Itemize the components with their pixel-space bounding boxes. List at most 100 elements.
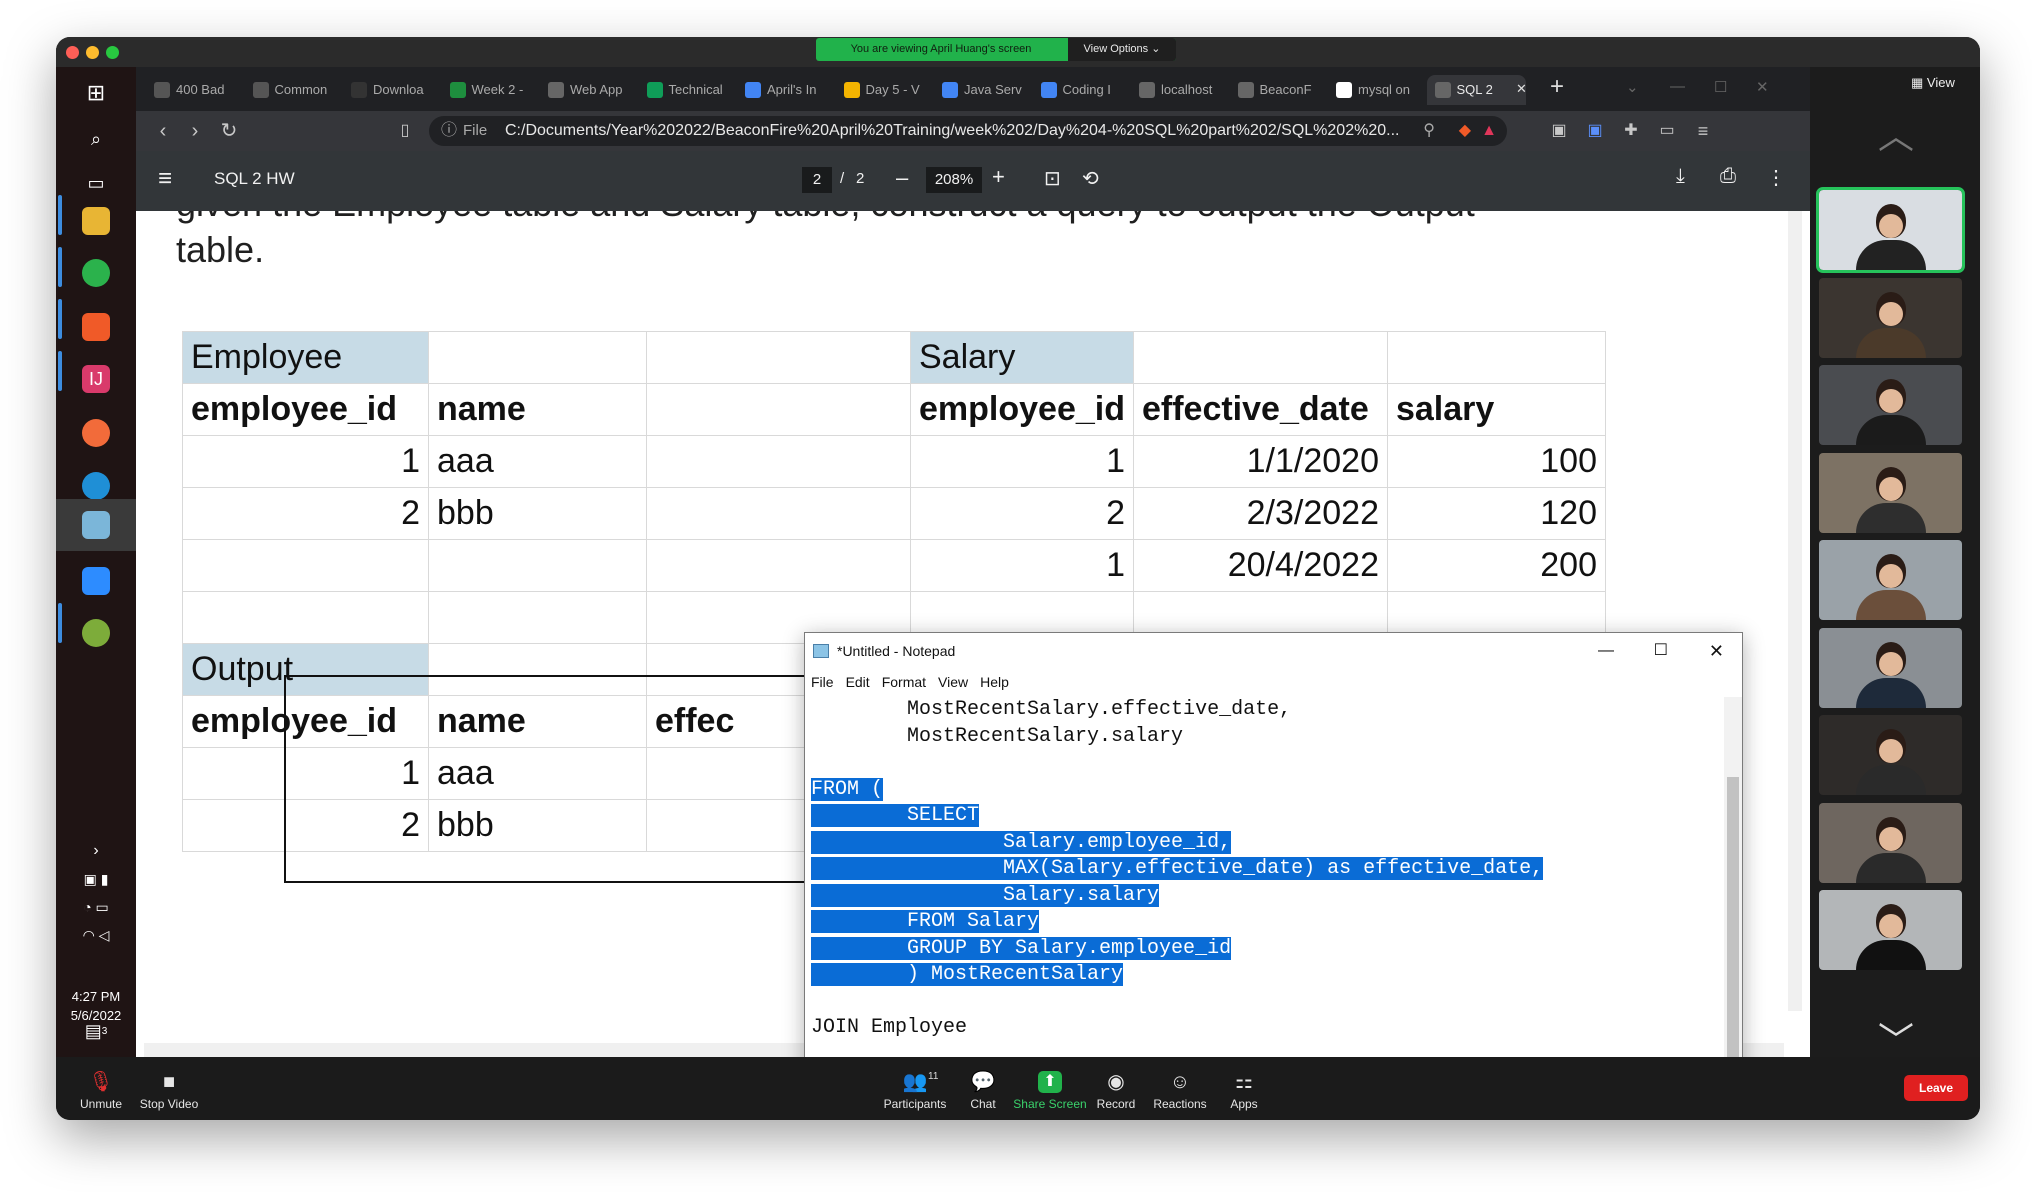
extension-icon-1[interactable]: ▣: [1544, 111, 1574, 151]
tab-label: BeaconF: [1259, 82, 1312, 97]
browser-minimize-icon[interactable]: —: [1670, 78, 1685, 95]
brave-rewards-icon[interactable]: ▲: [1481, 116, 1497, 146]
rotate-icon[interactable]: ⟲: [1082, 166, 1099, 191]
participant-video-tile[interactable]: [1819, 627, 1962, 708]
pdf-vertical-scrollbar[interactable]: [1788, 211, 1802, 1011]
employee-cell: aaa: [428, 435, 647, 488]
wifi-icon[interactable]: ◠ ◁: [82, 921, 110, 949]
participant-video-tile[interactable]: [1819, 365, 1962, 445]
print-icon[interactable]: ⎙: [1720, 165, 1736, 188]
notification-icon[interactable]: ▤ 3: [82, 1017, 110, 1045]
tab-label: Downloa: [373, 82, 424, 97]
edge-browser-icon[interactable]: [82, 472, 110, 500]
browser-tab[interactable]: BeaconF: [1230, 75, 1329, 105]
view-toggle[interactable]: ▦ View: [1911, 75, 1955, 91]
download-icon[interactable]: ⤓: [1676, 165, 1685, 188]
search-icon[interactable]: ⌕: [82, 125, 110, 153]
participant-video-tile[interactable]: [1819, 540, 1962, 620]
puzzle-extensions-icon[interactable]: ✚: [1616, 111, 1646, 151]
tab-favicon-icon: [548, 82, 564, 98]
participant-video-tile[interactable]: [1819, 452, 1962, 533]
file-explorer-icon[interactable]: [82, 207, 110, 235]
intro-line-1: given the Employee table and Salary tabl…: [176, 211, 1475, 227]
browser-maximize-icon[interactable]: ☐: [1714, 78, 1727, 96]
browser-tab[interactable]: Java Serv: [934, 75, 1033, 105]
notepad-scrollbar[interactable]: [1724, 697, 1742, 1057]
intellij-icon[interactable]: IJ: [82, 365, 110, 393]
chevron-left-icon[interactable]: ›: [82, 837, 110, 865]
browser-tab[interactable]: Day 5 - V: [836, 75, 935, 105]
minimize-icon[interactable]: —: [1598, 633, 1614, 669]
brave-shield-icon[interactable]: ◆: [1459, 116, 1471, 146]
bookmark-icon[interactable]: ▯: [390, 111, 420, 151]
notepad-menu-item[interactable]: Edit: [840, 669, 876, 695]
gallery-up-arrow[interactable]: ︿: [1878, 107, 1914, 159]
browser-tab[interactable]: Downloa: [343, 75, 442, 105]
notepad-menu-item[interactable]: View: [932, 669, 974, 695]
zoom-in-icon[interactable]: +: [992, 164, 1005, 190]
toolbar-label: Stop Video: [139, 1097, 199, 1111]
tab-label: Technical: [668, 82, 723, 97]
notepad-line: [811, 750, 1721, 777]
view-options-button[interactable]: View Options ⌄: [1068, 38, 1176, 61]
tennis-ball-icon[interactable]: [82, 619, 110, 647]
fullscreen-window-button[interactable]: [106, 46, 119, 59]
system-tray-icons[interactable]: ▣ ▮: [82, 865, 110, 893]
close-window-button[interactable]: [66, 46, 79, 59]
browser-close-icon[interactable]: ✕: [1756, 78, 1769, 96]
output-col-header: employee_id: [182, 695, 429, 748]
forward-icon[interactable]: ›: [180, 111, 210, 151]
wechat-icon[interactable]: [82, 259, 110, 287]
reload-icon[interactable]: ↻: [214, 111, 244, 151]
participant-video-tile[interactable]: [1816, 187, 1965, 273]
new-tab-icon[interactable]: +: [1550, 73, 1564, 101]
participant-video-tile[interactable]: [1819, 890, 1962, 970]
browser-tab[interactable]: Technical: [639, 75, 738, 105]
leave-button[interactable]: Leave: [1904, 1075, 1968, 1101]
fit-page-icon[interactable]: ⊡: [1044, 166, 1061, 191]
postman-icon[interactable]: [82, 419, 110, 447]
close-tab-icon[interactable]: ✕: [1516, 81, 1527, 97]
network-volume-icons[interactable]: ◔ ▭: [82, 893, 110, 921]
page-number-input[interactable]: 2: [802, 167, 832, 193]
participant-video-tile[interactable]: [1819, 802, 1962, 883]
back-icon[interactable]: ‹: [148, 111, 178, 151]
zoom-taskbar-icon[interactable]: [82, 567, 110, 595]
browser-menu-icon[interactable]: ≡: [1688, 111, 1718, 151]
browser-tab[interactable]: Web App: [540, 75, 639, 105]
browser-tab[interactable]: Week 2 -: [442, 75, 541, 105]
notepad-taskbar-icon[interactable]: [82, 511, 110, 539]
browser-tab[interactable]: 400 Bad: [146, 75, 245, 105]
task-view-icon[interactable]: ▭: [82, 169, 110, 197]
more-options-icon[interactable]: ⋮: [1766, 165, 1786, 190]
participant-video-tile[interactable]: [1819, 715, 1962, 795]
close-icon[interactable]: ✕: [1709, 633, 1724, 669]
windows-start-icon[interactable]: ⊞: [82, 79, 110, 107]
browser-tab[interactable]: Coding I: [1033, 75, 1132, 105]
stop-video-button[interactable]: ■ Stop Video: [124, 1071, 214, 1111]
notepad-menu-item[interactable]: Help: [974, 669, 1015, 695]
browser-tab[interactable]: SQL 2: [1426, 75, 1526, 105]
zoom-level-input[interactable]: 208%: [926, 167, 982, 193]
pdf-menu-icon[interactable]: ≡: [158, 165, 172, 193]
notepad-text-area[interactable]: MostRecentSalary.effective_date, MostRec…: [811, 697, 1721, 1057]
zoom-lens-icon[interactable]: ⚲: [1423, 116, 1435, 146]
zoom-out-icon[interactable]: –: [896, 165, 908, 191]
maximize-icon[interactable]: ☐: [1654, 633, 1668, 669]
browser-tab[interactable]: Common: [245, 75, 344, 105]
tab-favicon-icon: [1040, 82, 1057, 98]
notepad-menu-item[interactable]: Format: [876, 669, 932, 695]
apps-button[interactable]: ⚏ Apps: [1199, 1071, 1289, 1111]
translate-extension-icon[interactable]: ▣: [1580, 111, 1610, 151]
participant-video-tile[interactable]: [1819, 277, 1962, 358]
url-field[interactable]: ⓘ File C:/Documents/Year%202022/BeaconFi…: [429, 116, 1507, 146]
browser-tab[interactable]: April's In: [737, 75, 836, 105]
brave-browser-icon[interactable]: [82, 313, 110, 341]
browser-tab[interactable]: mysql on: [1328, 75, 1427, 105]
wallet-icon[interactable]: ▭: [1652, 111, 1682, 151]
tab-favicon-icon: [351, 82, 367, 98]
minimize-window-button[interactable]: [86, 46, 99, 59]
tab-search-icon[interactable]: ⌄: [1626, 78, 1639, 96]
notepad-menu-item[interactable]: File: [805, 669, 840, 695]
browser-tab[interactable]: localhost: [1131, 75, 1230, 105]
